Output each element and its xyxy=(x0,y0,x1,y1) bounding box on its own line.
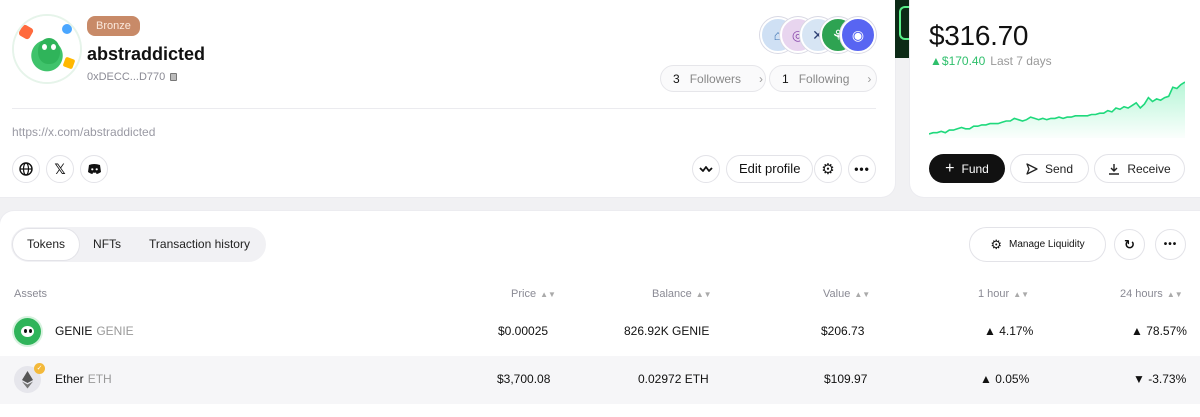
balance-card: $316.70 ▲$170.40 Last 7 days + Fund Send … xyxy=(910,0,1200,197)
wallet-connect-icon xyxy=(699,166,713,172)
website-button[interactable] xyxy=(12,155,40,183)
more-button[interactable]: ••• xyxy=(848,155,876,183)
followers-count: 3 xyxy=(673,71,680,86)
header-24-hours[interactable]: 24 hours ▲▼ xyxy=(1120,288,1183,300)
change-1h: ▲ 4.17% xyxy=(984,324,1034,338)
asset-price: $0.00025 xyxy=(498,324,549,338)
asset-tabs: Tokens NFTs Transaction history xyxy=(11,227,266,262)
header-price[interactable]: Price ▲▼ xyxy=(511,288,556,300)
more-icon: ••• xyxy=(854,162,870,176)
wallet-address[interactable]: 0xDECC...D770 xyxy=(87,71,178,83)
fund-label: Fund xyxy=(961,161,989,176)
down-arrow-icon: ▼ xyxy=(1133,372,1145,386)
copy-icon[interactable] xyxy=(170,73,178,81)
following-label: Following xyxy=(798,71,850,86)
send-label: Send xyxy=(1044,161,1074,176)
assets-card: Tokens NFTs Transaction history ⚙ Manage… xyxy=(0,211,1200,417)
header-assets: Assets xyxy=(14,288,48,300)
ether-token-icon: ✓ xyxy=(14,363,45,393)
address-text: 0xDECC...D770 xyxy=(87,71,166,83)
balance-sparkline-chart xyxy=(929,81,1185,138)
header-balance[interactable]: Balance ▲▼ xyxy=(652,288,712,300)
up-arrow-icon: ▲ xyxy=(930,54,942,68)
edit-profile-button[interactable]: Edit profile xyxy=(726,155,814,183)
badge-collection[interactable]: ⌂ ◎ ✕ ⚘ ◉ xyxy=(760,17,878,55)
up-arrow-icon: ▲ xyxy=(984,324,996,338)
gear-icon: ⚙ xyxy=(990,236,1003,252)
change-24h: ▼ -3.73% xyxy=(1133,372,1187,386)
table-row[interactable]: GENIE GENIE $0.00025 826.92K GENIE $206.7… xyxy=(0,308,1200,356)
plus-icon: + xyxy=(945,159,955,177)
download-icon xyxy=(1109,163,1120,175)
tier-badge: Bronze xyxy=(87,16,140,36)
discord-icon xyxy=(87,164,101,174)
table-row[interactable]: ✓ Ether ETH $3,700.08 0.02972 ETH $109.97… xyxy=(0,356,1200,404)
wallet-connect-button[interactable] xyxy=(692,155,720,183)
asset-name: GENIE GENIE xyxy=(55,324,134,338)
tab-nfts[interactable]: NFTs xyxy=(79,229,135,260)
portfolio-balance: $316.70 xyxy=(929,20,1029,51)
chevron-right-icon: › xyxy=(867,71,872,86)
sort-icon: ▲▼ xyxy=(695,290,712,299)
asset-name: Ether ETH xyxy=(55,372,112,386)
sort-icon: ▲▼ xyxy=(1166,290,1183,299)
discord-button[interactable] xyxy=(80,155,108,183)
change-period: Last 7 days xyxy=(990,54,1052,68)
asset-value: $109.97 xyxy=(824,372,868,386)
more-icon: ••• xyxy=(1163,239,1178,250)
manage-liquidity-button[interactable]: ⚙ Manage Liquidity xyxy=(969,227,1106,262)
followers-label: Followers xyxy=(689,71,742,86)
verified-icon: ✓ xyxy=(34,363,45,374)
up-arrow-icon: ▲ xyxy=(980,372,992,386)
change-value: $170.40 xyxy=(941,54,986,68)
change-1h: ▲ 0.05% xyxy=(980,372,1030,386)
username: abstraddicted xyxy=(87,44,206,64)
tab-transaction-history[interactable]: Transaction history xyxy=(135,229,264,260)
header-1-hour[interactable]: 1 hour ▲▼ xyxy=(978,288,1029,300)
avatar[interactable] xyxy=(14,16,80,82)
manage-liquidity-label: Manage Liquidity xyxy=(1009,239,1085,250)
followers-button[interactable]: 3 Followers › xyxy=(660,65,766,92)
balance-change: ▲$170.40 Last 7 days xyxy=(930,54,1052,68)
asset-balance: 0.02972 ETH xyxy=(638,372,709,386)
refresh-button[interactable]: ↻ xyxy=(1114,229,1145,260)
send-button[interactable]: Send xyxy=(1010,154,1089,183)
x-button[interactable]: 𝕏 xyxy=(46,155,74,183)
change-24h: ▲ 78.57% xyxy=(1131,324,1187,338)
x-logo-icon: 𝕏 xyxy=(54,160,66,177)
send-icon xyxy=(1026,162,1038,175)
following-button[interactable]: 1 Following › xyxy=(769,65,877,92)
more-button[interactable]: ••• xyxy=(1155,229,1186,260)
tab-tokens[interactable]: Tokens xyxy=(13,229,80,260)
following-count: 1 xyxy=(782,71,789,86)
chevron-right-icon: › xyxy=(759,71,764,86)
gear-icon: ⚙ xyxy=(821,161,835,178)
receive-label: Receive xyxy=(1127,161,1171,176)
decorative-strip xyxy=(895,0,910,58)
settings-button[interactable]: ⚙ xyxy=(814,155,842,183)
globe-icon xyxy=(19,162,33,176)
genie-token-icon xyxy=(14,318,41,345)
asset-price: $3,700.08 xyxy=(497,372,551,386)
header-value[interactable]: Value ▲▼ xyxy=(823,288,870,300)
x-profile-link[interactable]: https://x.com/abstraddicted xyxy=(12,125,155,139)
sort-icon: ▲▼ xyxy=(540,290,556,299)
asset-balance: 826.92K GENIE xyxy=(624,324,710,338)
fund-button[interactable]: + Fund xyxy=(929,154,1005,183)
sparkline-area xyxy=(929,82,1185,138)
sort-icon: ▲▼ xyxy=(1013,290,1030,299)
receive-button[interactable]: Receive xyxy=(1094,154,1185,183)
discord-badge-icon: ◉ xyxy=(840,17,876,53)
asset-value: $206.73 xyxy=(821,324,865,338)
divider xyxy=(12,108,876,109)
refresh-icon: ↻ xyxy=(1124,236,1135,252)
up-arrow-icon: ▲ xyxy=(1131,324,1143,338)
profile-card: Bronze abstraddicted 0xDECC...D770 ⌂ ◎ ✕… xyxy=(0,0,895,197)
sort-icon: ▲▼ xyxy=(854,290,871,299)
